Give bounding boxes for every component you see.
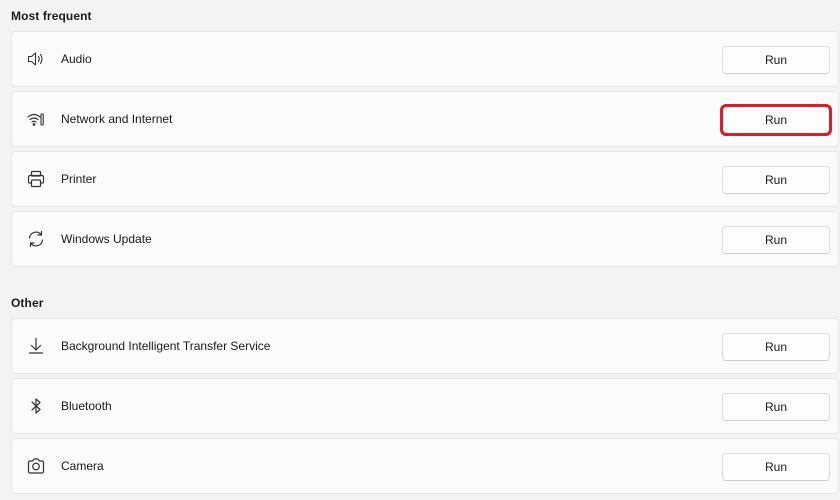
troubleshooter-row-network: Network and Internet Run bbox=[11, 91, 839, 147]
troubleshooter-row-printer: Printer Run bbox=[11, 151, 839, 207]
troubleshooter-row-windows-update: Windows Update Run bbox=[11, 211, 839, 267]
download-icon bbox=[26, 336, 46, 356]
troubleshooter-label: Background Intelligent Transfer Service bbox=[61, 339, 271, 353]
camera-icon bbox=[26, 456, 46, 476]
troubleshooters-page: Most frequent Audio Run Network and Inte… bbox=[0, 0, 840, 500]
run-bluetooth-button[interactable]: Run bbox=[722, 393, 830, 421]
run-camera-button[interactable]: Run bbox=[722, 453, 830, 481]
printer-icon bbox=[26, 169, 46, 189]
troubleshooter-label: Windows Update bbox=[61, 232, 152, 246]
run-printer-button[interactable]: Run bbox=[722, 166, 830, 194]
bluetooth-icon bbox=[26, 396, 46, 416]
troubleshooter-label: Network and Internet bbox=[61, 112, 173, 126]
sync-icon bbox=[26, 229, 46, 249]
run-audio-button[interactable]: Run bbox=[722, 46, 830, 74]
wifi-network-icon bbox=[26, 109, 46, 129]
troubleshooter-label: Audio bbox=[61, 52, 92, 66]
troubleshooter-row-camera: Camera Run bbox=[11, 438, 839, 494]
section-title-other: Other bbox=[11, 296, 44, 310]
troubleshooter-label: Printer bbox=[61, 172, 97, 186]
run-windows-update-button[interactable]: Run bbox=[722, 226, 830, 254]
troubleshooter-label: Camera bbox=[61, 459, 104, 473]
section-title-most-frequent: Most frequent bbox=[11, 9, 92, 23]
troubleshooter-row-bluetooth: Bluetooth Run bbox=[11, 378, 839, 434]
troubleshooter-row-audio: Audio Run bbox=[11, 31, 839, 87]
troubleshooter-row-bits: Background Intelligent Transfer Service … bbox=[11, 318, 839, 374]
run-bits-button[interactable]: Run bbox=[722, 333, 830, 361]
run-network-button[interactable]: Run bbox=[720, 104, 832, 136]
troubleshooter-label: Bluetooth bbox=[61, 399, 112, 413]
speaker-icon bbox=[26, 49, 46, 69]
